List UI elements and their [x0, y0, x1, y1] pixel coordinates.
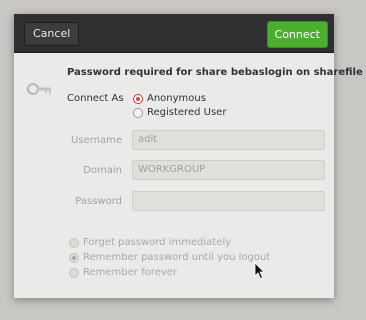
password-dialog: Cancel Connect Password required for sha…: [14, 14, 363, 298]
connect-button[interactable]: Connect: [266, 21, 328, 48]
domain-label: Domain: [83, 165, 122, 176]
header-bar: Cancel Connect: [14, 14, 334, 53]
password-label: Password: [75, 196, 122, 207]
radio-remember-forever[interactable]: Remember forever: [69, 267, 177, 278]
radio-remember-until-logout[interactable]: Remember password until you logout: [69, 252, 270, 263]
password-prompt: Password required for share bebaslogin o…: [67, 67, 363, 78]
radio-registered-user-label: Registered User: [147, 107, 227, 118]
radio-indicator: [133, 93, 143, 104]
mouse-cursor-icon: [254, 262, 265, 280]
connect-as-label: Connect As: [67, 93, 124, 104]
radio-indicator: [69, 252, 79, 263]
radio-remember-until-logout-label: Remember password until you logout: [83, 252, 271, 263]
radio-remember-forever-label: Remember forever: [83, 267, 177, 278]
username-label: Username: [71, 135, 122, 146]
username-field[interactable]: adit: [132, 130, 325, 150]
domain-field[interactable]: WORKGROUP: [132, 160, 325, 180]
radio-forget-password-label: Forget password immediately: [83, 237, 232, 248]
key-icon: [27, 83, 51, 95]
radio-registered-user[interactable]: Registered User: [133, 107, 226, 118]
radio-indicator: [69, 267, 79, 278]
radio-indicator: [69, 237, 79, 248]
radio-forget-password[interactable]: Forget password immediately: [69, 237, 231, 248]
cancel-button[interactable]: Cancel: [24, 22, 80, 46]
radio-indicator: [133, 107, 143, 118]
radio-anonymous[interactable]: Anonymous: [133, 93, 206, 104]
radio-anonymous-label: Anonymous: [147, 93, 206, 104]
password-field[interactable]: [132, 191, 325, 211]
